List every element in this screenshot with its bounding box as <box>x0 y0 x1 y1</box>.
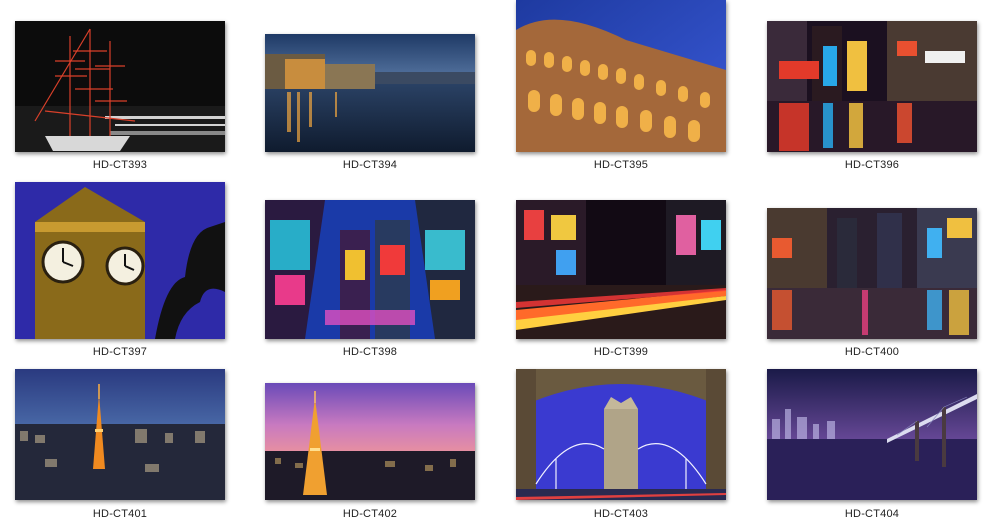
gallery-item[interactable]: HD-CT401 <box>4 0 236 520</box>
thumbnail-label: HD-CT403 <box>593 508 649 520</box>
thumbnail-label: HD-CT402 <box>342 508 398 520</box>
thumbnail-image[interactable] <box>15 369 225 500</box>
thumbnail-image[interactable] <box>516 369 726 500</box>
gallery-item[interactable]: HD-CT403 <box>505 0 737 520</box>
image-gallery: HD-CT393 HD-CT394 HD-CT395 HD-CT396 HD-C… <box>0 0 1000 524</box>
thumbnail-label: HD-CT401 <box>92 508 148 520</box>
thumbnail-label: HD-CT404 <box>844 508 900 520</box>
thumbnail-image[interactable] <box>767 369 977 500</box>
thumbnail-image[interactable] <box>265 383 475 500</box>
gallery-item[interactable]: HD-CT402 <box>254 0 486 520</box>
gallery-item[interactable]: HD-CT404 <box>756 0 988 520</box>
